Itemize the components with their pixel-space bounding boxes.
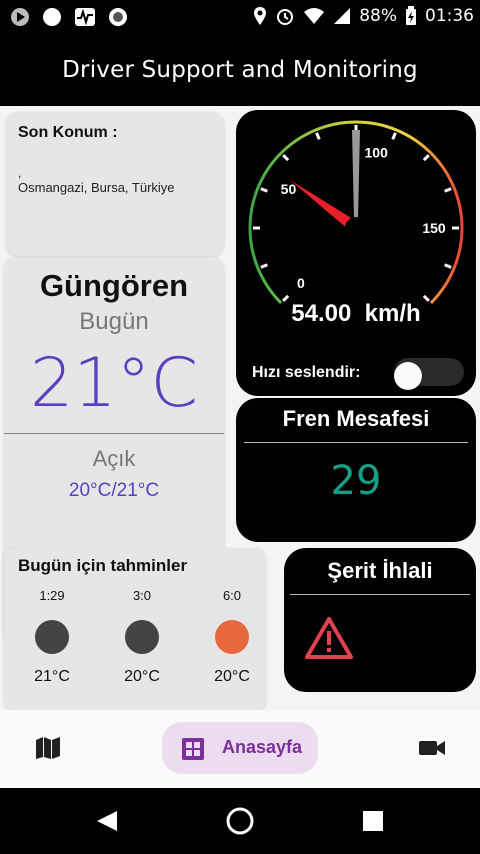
forecast-time: 6:0 [222, 588, 242, 603]
forecast-card: Bugün için tahminler 1:29 21°C 3:0 20°C … [4, 548, 266, 710]
map-icon[interactable] [34, 736, 62, 760]
battery-charging-icon [406, 6, 416, 25]
forecast-item: 1:29 21°C [17, 588, 87, 686]
weather-day: Bugün [79, 308, 149, 335]
gauge-tick-label: 100 [365, 145, 389, 161]
nav-home-label: Anasayfa [222, 737, 303, 757]
forecast-dot-icon [35, 620, 69, 654]
weather-divider [4, 433, 224, 434]
activity-icon [75, 8, 95, 26]
video-camera-icon[interactable] [418, 738, 446, 758]
last-location-title: Son Konum : [18, 124, 118, 141]
bottom-navigation: Anasayfa [0, 710, 480, 788]
signal-icon [334, 8, 351, 24]
gauge-tick [315, 132, 321, 140]
forecast-title: Bugün için tahminler [18, 556, 188, 575]
gauge-tick [260, 263, 268, 269]
forecast-time: 3:0 [132, 588, 152, 603]
forecast-dot-icon [125, 620, 159, 654]
circle-notification-icon [43, 8, 61, 26]
forecast-dot-icon [215, 620, 249, 654]
gauge-tick [422, 154, 430, 162]
brake-distance-divider [244, 442, 468, 443]
brake-distance-card: Fren Mesafesi 29 [236, 398, 476, 542]
back-icon[interactable] [95, 809, 119, 833]
forecast-temp: 20°C [214, 668, 250, 685]
alarm-icon [277, 9, 294, 25]
app-bar: Driver Support and Monitoring [0, 34, 480, 106]
speedometer-card: 0 50 100 150 54.00 km/h Hızı seslendir: [236, 110, 476, 396]
speak-speed-label: Hızı seslendir: [252, 364, 361, 381]
speak-speed-toggle-knob[interactable] [394, 362, 422, 390]
brake-distance-title: Fren Mesafesi [282, 406, 430, 431]
forecast-temp: 20°C [124, 668, 160, 685]
brake-distance-value: 29 [330, 458, 382, 504]
status-bar: 88% 01:36 [0, 0, 480, 34]
dashboard-content: Son Konum : , Osmangazi, Bursa, Türkiye … [0, 106, 480, 710]
record-icon [109, 8, 127, 26]
media-play-icon [11, 8, 29, 26]
clock: 01:36 [425, 6, 474, 26]
weather-range: 20°C/21°C [68, 480, 160, 501]
home-circle-icon[interactable] [225, 806, 255, 836]
gauge-tick [444, 263, 452, 269]
grid-home-icon [182, 738, 204, 760]
battery-percent: 88% [359, 6, 397, 26]
location-pin-icon [254, 7, 267, 25]
forecast-item: 3:0 20°C [107, 588, 177, 686]
gauge-tick [444, 187, 452, 193]
forecast-time: 1:29 [39, 588, 65, 603]
last-location-card: Son Konum : , Osmangazi, Bursa, Türkiye [6, 112, 224, 256]
forecast-temp: 21°C [34, 668, 70, 685]
lane-violation-title: Şerit İhlali [327, 558, 433, 583]
gauge-tick [282, 154, 290, 162]
speed-needle-marker [352, 130, 360, 220]
weather-condition: Açık [92, 446, 136, 471]
system-navigation-bar [0, 788, 480, 854]
gauge-tick-label: 0 [297, 275, 305, 291]
nav-home-button[interactable]: Anasayfa [162, 722, 318, 774]
warning-triangle-icon [305, 617, 353, 659]
recents-icon[interactable] [362, 810, 384, 832]
app-title: Driver Support and Monitoring [62, 57, 418, 83]
speed-readout: 54.00 km/h [291, 300, 421, 327]
weather-city: Güngören [39, 268, 189, 303]
weather-temperature: 21°C [29, 344, 198, 423]
lane-violation-card: Şerit İhlali [284, 548, 476, 692]
lane-violation-divider [290, 594, 470, 595]
last-location-address: Osmangazi, Bursa, Türkiye [18, 180, 175, 195]
forecast-item: 6:0 20°C [197, 588, 267, 686]
gauge-tick-label: 150 [422, 220, 446, 236]
wifi-icon [304, 8, 325, 24]
gauge-tick [391, 132, 397, 140]
gauge-tick [260, 187, 268, 193]
last-location-street: , [18, 166, 22, 180]
